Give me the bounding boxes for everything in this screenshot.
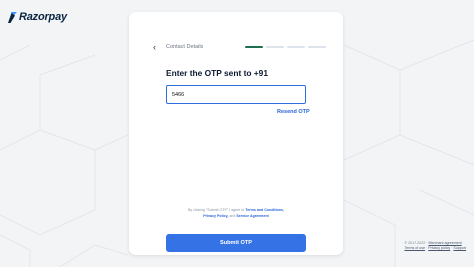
footer-link-merchant-agreement[interactable]: Merchant agreement — [428, 241, 461, 245]
footer-link-privacy-policy[interactable]: Privacy policy — [428, 246, 450, 250]
otp-title: Enter the OTP sent to +91 — [166, 68, 269, 78]
terms-link[interactable]: Terms and Conditions, — [245, 208, 284, 212]
resend-otp-link[interactable]: Resend OTP — [277, 109, 310, 115]
progress-step — [308, 46, 326, 48]
progress-step-done — [245, 46, 263, 48]
footer-link-terms-of-use[interactable]: Terms of use — [404, 246, 425, 250]
razorpay-logo-icon — [8, 11, 17, 23]
terms-middle: and — [229, 214, 236, 218]
footer-link-support[interactable]: Support — [453, 246, 466, 250]
copyright: © 2017-2022 · — [404, 241, 428, 245]
progress-step — [266, 46, 284, 48]
otp-card: ‹ Contact Details Enter the OTP sent to … — [129, 12, 343, 255]
footer: © 2017-2022 · Merchant agreement Terms o… — [404, 241, 466, 250]
brand-name: Razorpay — [19, 11, 67, 23]
card-header: ‹ Contact Details — [129, 40, 343, 54]
header-title: Contact Details — [166, 44, 204, 50]
submit-otp-button[interactable]: Submit OTP — [166, 234, 306, 252]
terms-prefix: By clicking "Submit OTP" I agree to — [188, 208, 245, 212]
service-agreement-link[interactable]: Service Agreement — [236, 214, 268, 218]
progress-indicator — [245, 46, 326, 48]
progress-step — [287, 46, 305, 48]
chevron-left-icon[interactable]: ‹ — [153, 42, 161, 52]
razorpay-logo: Razorpay — [8, 11, 67, 23]
otp-input[interactable] — [166, 85, 306, 104]
privacy-policy-link[interactable]: Privacy Policy, — [203, 214, 228, 218]
terms-text: By clicking "Submit OTP" I agree to Term… — [149, 207, 323, 219]
